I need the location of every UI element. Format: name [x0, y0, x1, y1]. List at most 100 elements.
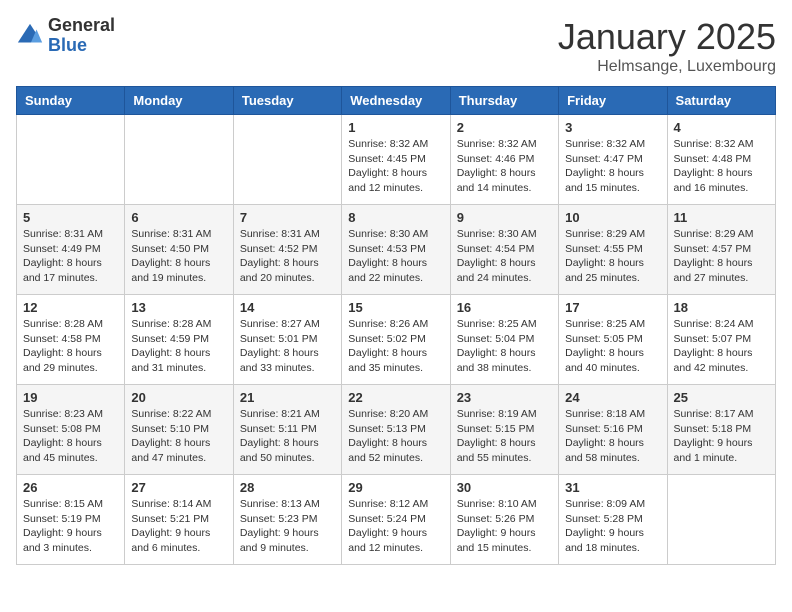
calendar-cell: 14 Sunrise: 8:27 AM Sunset: 5:01 PM Dayli… [233, 295, 341, 385]
calendar-cell: 1 Sunrise: 8:32 AM Sunset: 4:45 PM Daylig… [342, 115, 450, 205]
calendar-cell: 27 Sunrise: 8:14 AM Sunset: 5:21 PM Dayli… [125, 475, 233, 565]
day-info: Sunrise: 8:31 AM Sunset: 4:49 PM Dayligh… [23, 227, 118, 286]
calendar-cell: 26Sunrise: 8:15 AM Sunset: 5:19 PM Dayli… [17, 475, 125, 565]
day-number: 11 [674, 210, 769, 225]
day-info: Sunrise: 8:26 AM Sunset: 5:02 PM Dayligh… [348, 317, 443, 376]
day-number: 15 [348, 300, 443, 315]
weekday-header-thursday: Thursday [450, 87, 558, 115]
day-number: 18 [674, 300, 769, 315]
day-info: Sunrise: 8:29 AM Sunset: 4:55 PM Dayligh… [565, 227, 660, 286]
day-number: 25 [674, 390, 769, 405]
day-number: 23 [457, 390, 552, 405]
calendar-cell: 7Sunrise: 8:31 AM Sunset: 4:52 PM Daylig… [233, 205, 341, 295]
logo-blue-text: Blue [48, 36, 115, 56]
calendar-week-row: 5 Sunrise: 8:31 AM Sunset: 4:49 PM Daylig… [17, 205, 776, 295]
calendar-cell: 19Sunrise: 8:23 AM Sunset: 5:08 PM Dayli… [17, 385, 125, 475]
day-info: Sunrise: 8:10 AM Sunset: 5:26 PM Dayligh… [457, 497, 552, 556]
calendar-cell: 12Sunrise: 8:28 AM Sunset: 4:58 PM Dayli… [17, 295, 125, 385]
day-number: 27 [131, 480, 226, 495]
calendar-cell: 4 Sunrise: 8:32 AM Sunset: 4:48 PM Daylig… [667, 115, 775, 205]
logo-text: General Blue [48, 16, 115, 56]
calendar-cell: 18 Sunrise: 8:24 AM Sunset: 5:07 PM Dayli… [667, 295, 775, 385]
day-number: 31 [565, 480, 660, 495]
day-number: 2 [457, 120, 552, 135]
day-info: Sunrise: 8:14 AM Sunset: 5:21 PM Dayligh… [131, 497, 226, 556]
day-number: 10 [565, 210, 660, 225]
day-number: 1 [348, 120, 443, 135]
weekday-header-sunday: Sunday [17, 87, 125, 115]
day-number: 4 [674, 120, 769, 135]
day-info: Sunrise: 8:27 AM Sunset: 5:01 PM Dayligh… [240, 317, 335, 376]
day-number: 14 [240, 300, 335, 315]
day-info: Sunrise: 8:18 AM Sunset: 5:16 PM Dayligh… [565, 407, 660, 466]
day-info: Sunrise: 8:31 AM Sunset: 4:50 PM Dayligh… [131, 227, 226, 286]
calendar-cell [233, 115, 341, 205]
logo: General Blue [16, 16, 115, 56]
day-number: 5 [23, 210, 118, 225]
day-info: Sunrise: 8:21 AM Sunset: 5:11 PM Dayligh… [240, 407, 335, 466]
calendar-cell: 5 Sunrise: 8:31 AM Sunset: 4:49 PM Daylig… [17, 205, 125, 295]
day-number: 26 [23, 480, 118, 495]
day-number: 16 [457, 300, 552, 315]
day-number: 20 [131, 390, 226, 405]
day-number: 21 [240, 390, 335, 405]
calendar-cell: 28Sunrise: 8:13 AM Sunset: 5:23 PM Dayli… [233, 475, 341, 565]
calendar-cell: 15 Sunrise: 8:26 AM Sunset: 5:02 PM Dayli… [342, 295, 450, 385]
weekday-header-friday: Friday [559, 87, 667, 115]
day-number: 28 [240, 480, 335, 495]
day-info: Sunrise: 8:09 AM Sunset: 5:28 PM Dayligh… [565, 497, 660, 556]
day-info: Sunrise: 8:25 AM Sunset: 5:04 PM Dayligh… [457, 317, 552, 376]
calendar-week-row: 1 Sunrise: 8:32 AM Sunset: 4:45 PM Daylig… [17, 115, 776, 205]
title-area: January 2025 Helmsange, Luxembourg [558, 16, 776, 76]
weekday-header-tuesday: Tuesday [233, 87, 341, 115]
weekday-header-wednesday: Wednesday [342, 87, 450, 115]
day-number: 8 [348, 210, 443, 225]
day-number: 17 [565, 300, 660, 315]
calendar-cell: 10 Sunrise: 8:29 AM Sunset: 4:55 PM Dayli… [559, 205, 667, 295]
calendar-cell: 22Sunrise: 8:20 AM Sunset: 5:13 PM Dayli… [342, 385, 450, 475]
day-info: Sunrise: 8:32 AM Sunset: 4:48 PM Dayligh… [674, 137, 769, 196]
calendar-cell: 2 Sunrise: 8:32 AM Sunset: 4:46 PM Daylig… [450, 115, 558, 205]
day-info: Sunrise: 8:24 AM Sunset: 5:07 PM Dayligh… [674, 317, 769, 376]
calendar-cell: 11 Sunrise: 8:29 AM Sunset: 4:57 PM Dayli… [667, 205, 775, 295]
day-info: Sunrise: 8:32 AM Sunset: 4:45 PM Dayligh… [348, 137, 443, 196]
calendar-cell [125, 115, 233, 205]
day-info: Sunrise: 8:28 AM Sunset: 4:59 PM Dayligh… [131, 317, 226, 376]
calendar-cell: 16 Sunrise: 8:25 AM Sunset: 5:04 PM Dayli… [450, 295, 558, 385]
day-number: 30 [457, 480, 552, 495]
calendar-cell: 31 Sunrise: 8:09 AM Sunset: 5:28 PM Dayli… [559, 475, 667, 565]
day-info: Sunrise: 8:31 AM Sunset: 4:52 PM Dayligh… [240, 227, 335, 286]
calendar-cell [667, 475, 775, 565]
day-info: Sunrise: 8:19 AM Sunset: 5:15 PM Dayligh… [457, 407, 552, 466]
day-info: Sunrise: 8:25 AM Sunset: 5:05 PM Dayligh… [565, 317, 660, 376]
calendar-week-row: 12Sunrise: 8:28 AM Sunset: 4:58 PM Dayli… [17, 295, 776, 385]
weekday-header-saturday: Saturday [667, 87, 775, 115]
day-info: Sunrise: 8:22 AM Sunset: 5:10 PM Dayligh… [131, 407, 226, 466]
day-info: Sunrise: 8:17 AM Sunset: 5:18 PM Dayligh… [674, 407, 769, 466]
calendar-cell: 20 Sunrise: 8:22 AM Sunset: 5:10 PM Dayli… [125, 385, 233, 475]
month-title: January 2025 [558, 16, 776, 58]
calendar-cell: 8 Sunrise: 8:30 AM Sunset: 4:53 PM Daylig… [342, 205, 450, 295]
calendar-week-row: 19Sunrise: 8:23 AM Sunset: 5:08 PM Dayli… [17, 385, 776, 475]
logo-icon [16, 22, 44, 50]
calendar-table: SundayMondayTuesdayWednesdayThursdayFrid… [16, 86, 776, 565]
calendar-week-row: 26Sunrise: 8:15 AM Sunset: 5:19 PM Dayli… [17, 475, 776, 565]
calendar-cell [17, 115, 125, 205]
day-info: Sunrise: 8:29 AM Sunset: 4:57 PM Dayligh… [674, 227, 769, 286]
day-number: 22 [348, 390, 443, 405]
day-info: Sunrise: 8:32 AM Sunset: 4:46 PM Dayligh… [457, 137, 552, 196]
calendar-cell: 29Sunrise: 8:12 AM Sunset: 5:24 PM Dayli… [342, 475, 450, 565]
calendar-cell: 9Sunrise: 8:30 AM Sunset: 4:54 PM Daylig… [450, 205, 558, 295]
calendar-cell: 6 Sunrise: 8:31 AM Sunset: 4:50 PM Daylig… [125, 205, 233, 295]
day-info: Sunrise: 8:30 AM Sunset: 4:53 PM Dayligh… [348, 227, 443, 286]
day-number: 29 [348, 480, 443, 495]
day-number: 3 [565, 120, 660, 135]
calendar-cell: 17 Sunrise: 8:25 AM Sunset: 5:05 PM Dayli… [559, 295, 667, 385]
day-info: Sunrise: 8:32 AM Sunset: 4:47 PM Dayligh… [565, 137, 660, 196]
weekday-header-monday: Monday [125, 87, 233, 115]
day-info: Sunrise: 8:23 AM Sunset: 5:08 PM Dayligh… [23, 407, 118, 466]
calendar-cell: 21 Sunrise: 8:21 AM Sunset: 5:11 PM Dayli… [233, 385, 341, 475]
calendar-cell: 25 Sunrise: 8:17 AM Sunset: 5:18 PM Dayli… [667, 385, 775, 475]
day-number: 6 [131, 210, 226, 225]
calendar-cell: 23 Sunrise: 8:19 AM Sunset: 5:15 PM Dayli… [450, 385, 558, 475]
